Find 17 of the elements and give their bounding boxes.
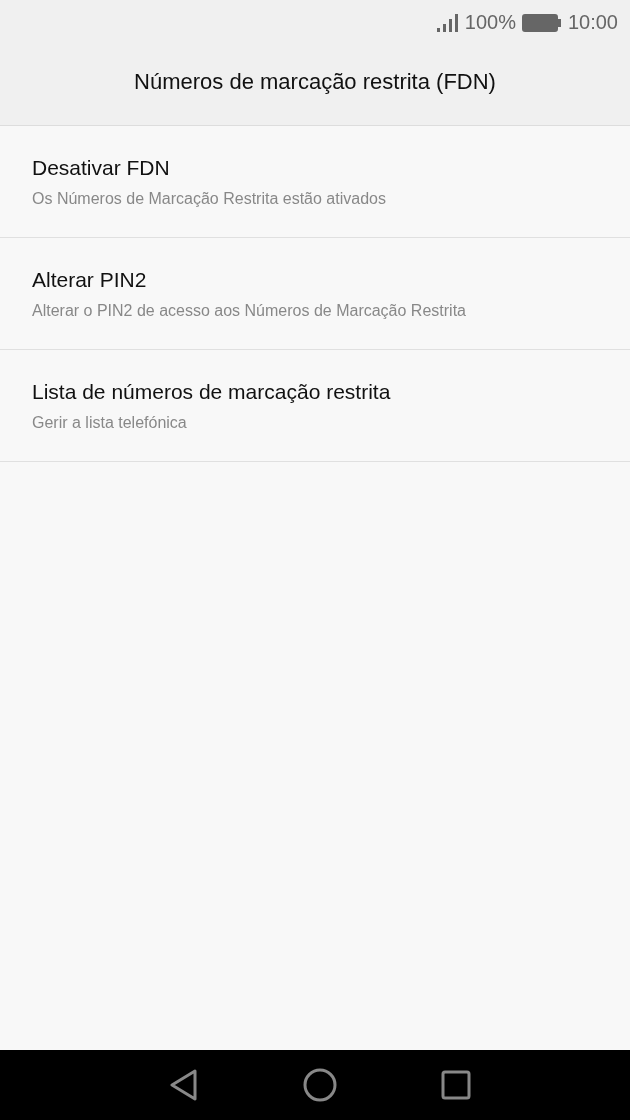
item-summary: Alterar o PIN2 de acesso aos Números de Marcação Restrita xyxy=(32,301,467,320)
item-title: Alterar PIN2 xyxy=(32,267,148,292)
item-title: Desativar FDN xyxy=(32,155,171,180)
item-summary: Os Números de Marcação Restrita estão ativados xyxy=(32,189,387,208)
clock: 10:00 xyxy=(567,11,618,34)
battery-percent: 100% xyxy=(464,11,516,34)
screen-title: Números de marcação restrita (FDN) xyxy=(134,69,496,95)
item-summary: Gerir a lista telefónica xyxy=(32,413,188,432)
battery-icon xyxy=(521,13,562,32)
settings-item[interactable]: Desativar FDN Os Números de Marcação Restrita estão ativados xyxy=(0,126,630,238)
item-title: Lista de números de marcação restrita xyxy=(32,379,392,404)
settings-item[interactable]: Lista de números de marcação restrita Gerir a lista telefónica xyxy=(0,350,630,462)
home-icon[interactable] xyxy=(303,1068,337,1102)
signal-icon xyxy=(436,12,459,33)
settings-item[interactable]: Alterar PIN2 Alterar o PIN2 de acesso aos Números de Marcação Restrita xyxy=(0,238,630,350)
back-icon[interactable] xyxy=(169,1069,199,1101)
recents-icon[interactable] xyxy=(441,1070,471,1100)
